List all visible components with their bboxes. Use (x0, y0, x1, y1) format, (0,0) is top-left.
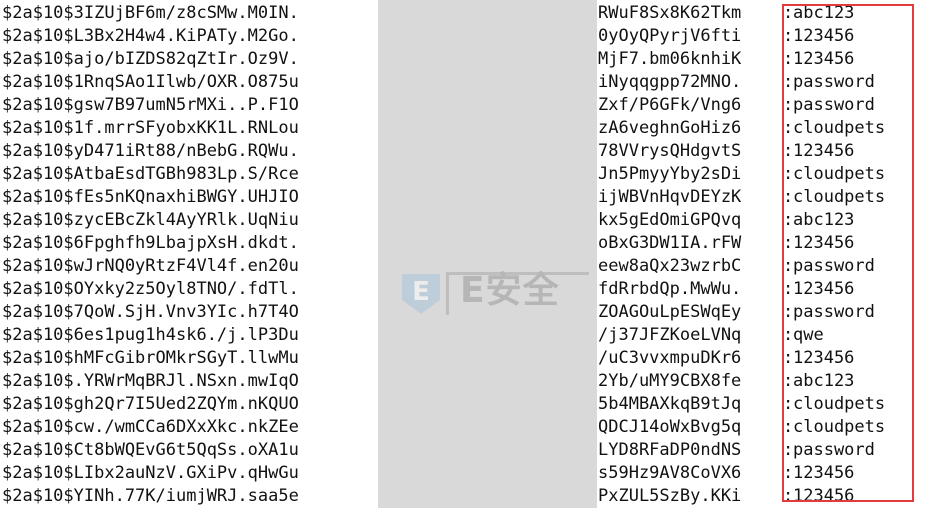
hash-prefix: $2a$10$LIbx2auNzV.GXiPv.qHwGu (2, 463, 299, 483)
hash-prefix: $2a$10$ajo/bIZDS82qZtIr.Oz9V. (2, 49, 299, 69)
hash-suffix: zA6veghnGoHiz6 (598, 118, 742, 138)
hash-prefix: $2a$10$hMFcGibrOMkrSGyT.llwMu (2, 348, 299, 368)
password-hash-dump: $2a$10$3IZUjBF6m/z8cSMw.M0IN. RWuF8Sx8K62… (0, 0, 928, 508)
hash-suffix: PxZUL5SzBy.KKi (598, 486, 742, 506)
hash-prefix: $2a$10$OYxky2z5Oyl8TNO/.fdTl. (2, 279, 299, 299)
hash-prefix: $2a$10$zycEBcZkl4AyYRlk.UqNiu (2, 210, 299, 230)
hash-prefix: $2a$10$3IZUjBF6m/z8cSMw.M0IN. (2, 3, 299, 23)
redacted-region (378, 0, 597, 508)
hash-suffix: QDCJ14oWxBvg5q (598, 417, 742, 437)
hash-prefix: $2a$10$6Fpghfh9LbajpXsH.dkdt. (2, 233, 299, 253)
hash-prefix: $2a$10$yD471iRt88/nBebG.RQWu. (2, 141, 299, 161)
hash-prefix: $2a$10$cw./wmCCa6DXxXkc.nkZEe (2, 417, 299, 437)
hash-prefix: $2a$10$YINh.77K/iumjWRJ.saa5e (2, 486, 299, 506)
hash-suffix: 2Yb/uMY9CBX8fe (598, 371, 742, 391)
hash-suffix: RWuF8Sx8K62Tkm (598, 3, 742, 23)
hash-prefix: $2a$10$fEs5nKQnaxhiBWGY.UHJIO (2, 187, 299, 207)
svg-text:E: E (412, 277, 430, 307)
hash-prefix: $2a$10$wJrNQ0yRtzF4Vl4f.en20u (2, 256, 299, 276)
hash-suffix: /uC3vvxmpuDKr6 (598, 348, 742, 368)
hash-prefix: $2a$10$L3Bx2H4w4.KiPATy.M2Go. (2, 26, 299, 46)
hash-suffix: oBxG3DW1IA.rFW (598, 233, 742, 253)
hash-suffix: LYD8RFaDP0ndNS (598, 440, 742, 460)
hash-suffix: /j37JFZKoeLVNq (598, 325, 742, 345)
hash-prefix: $2a$10$gh2Qr7I5Ued2ZQYm.nKQUO (2, 394, 299, 414)
hash-suffix: eew8aQx23wzrbC (598, 256, 742, 276)
watermark: E E安全 (398, 268, 589, 318)
hash-suffix: s59Hz9AV8CoVX6 (598, 463, 742, 483)
hash-prefix: $2a$10$7QoW.SjH.Vnv3YIc.h7T4O (2, 302, 299, 322)
hash-suffix: 0yOyQPyrjV6fti (598, 26, 742, 46)
hash-suffix: Jn5PmyyYby2sDi (598, 164, 742, 184)
hash-prefix: $2a$10$1f.mrrSFyobxKK1L.RNLou (2, 118, 299, 138)
hash-suffix: fdRrbdQp.MwWu. (598, 279, 742, 299)
shield-logo-icon: E (402, 274, 440, 314)
hash-suffix: Zxf/P6GFk/Vng6 (598, 95, 742, 115)
hash-suffix: MjF7.bm06knhiK (598, 49, 742, 69)
hash-suffix: kx5gEdOmiGPQvq (598, 210, 742, 230)
hash-suffix: ZOAGOuLpESWqEy (598, 302, 742, 322)
hash-suffix: 5b4MBAXkqB9tJq (598, 394, 742, 414)
hash-suffix: iNyqqgpp72MNO. (598, 72, 742, 92)
hash-prefix: $2a$10$1RnqSAo1Ilwb/OXR.O875u (2, 72, 299, 92)
hash-suffix: 78VVrysQHdgvtS (598, 141, 742, 161)
hash-prefix: $2a$10$6es1pug1h4sk6./j.lP3Du (2, 325, 299, 345)
hash-suffix: ijWBVnHqvDEYzK (598, 187, 742, 207)
hash-prefix: $2a$10$.YRWrMqBRJl.NSxn.mwIqO (2, 371, 299, 391)
hash-prefix: $2a$10$AtbaEsdTGBh983Lp.S/Rce (2, 164, 299, 184)
hash-prefix: $2a$10$Ct8bWQEvG6t5QqSs.oXA1u (2, 440, 299, 460)
password-column-highlight (782, 4, 914, 502)
hash-prefix: $2a$10$gsw7B97umN5rMXi..P.F1O (2, 95, 299, 115)
watermark-text: E安全 (460, 270, 560, 311)
